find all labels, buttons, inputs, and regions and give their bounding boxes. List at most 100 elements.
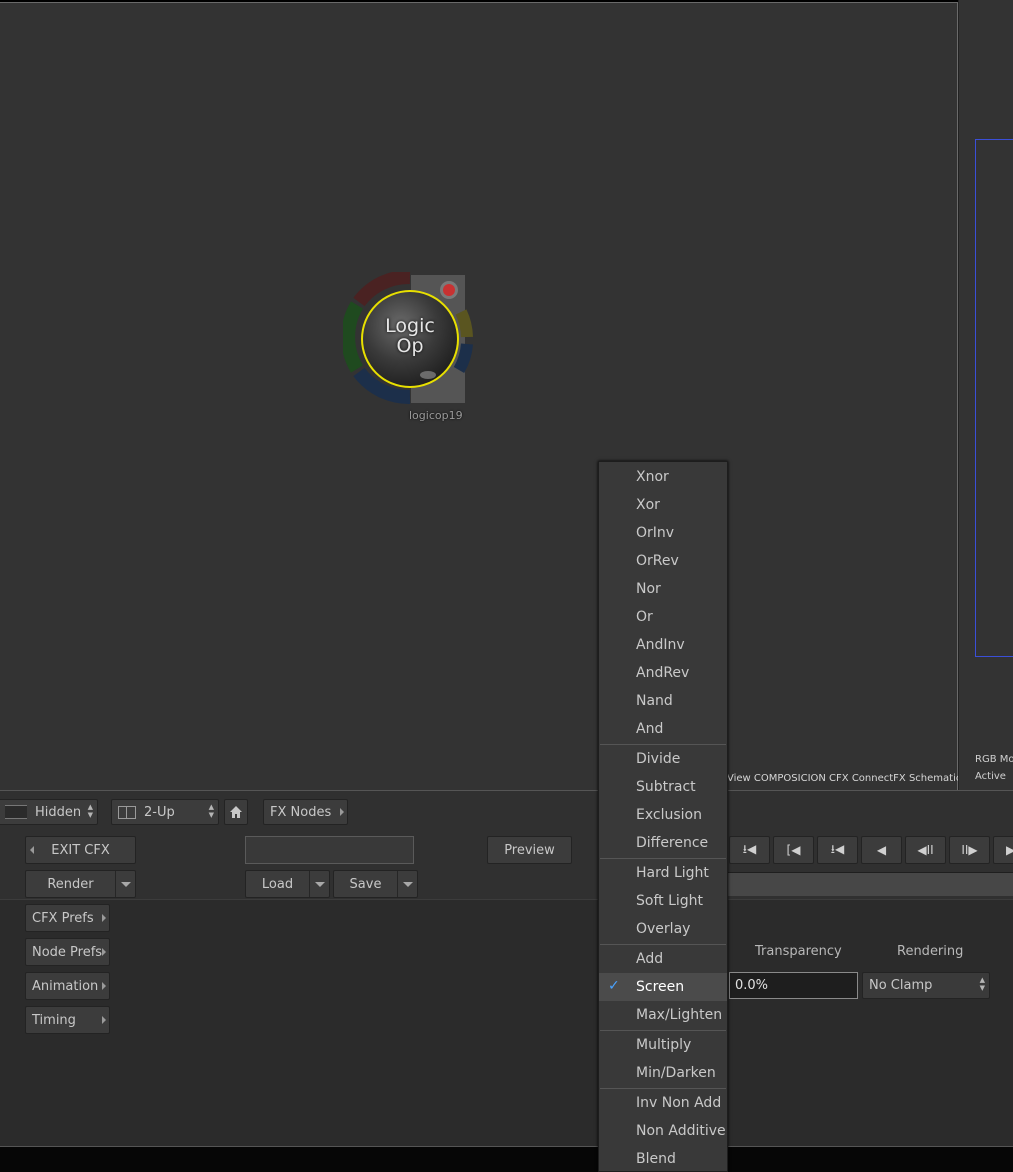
blend-menu-item[interactable]: And	[599, 715, 727, 743]
save-button[interactable]: Save	[333, 870, 418, 898]
play-forward-icon: ▶	[1006, 843, 1013, 857]
blend-menu-item-label: Xor	[636, 497, 660, 513]
blend-menu-item[interactable]: Inv Non Add	[599, 1089, 727, 1117]
animation-button[interactable]: Animation	[25, 972, 110, 1000]
split-view-icon	[118, 805, 136, 819]
setup-name-field[interactable]	[245, 836, 414, 864]
blend-menu-item[interactable]: Xnor	[599, 463, 727, 491]
blend-menu-item[interactable]: Hard Light	[599, 859, 727, 887]
schematic-view[interactable]: View COMPOSICION CFX ConnectFX Schematic	[0, 2, 962, 790]
blend-menu-item[interactable]: Or	[599, 603, 727, 631]
logic-op-node[interactable]: Logic Op	[341, 270, 477, 422]
play-reverse-icon: ◀	[876, 843, 887, 857]
blend-menu-item-label: Nand	[636, 693, 673, 709]
home-button[interactable]	[224, 799, 248, 825]
blend-menu-item[interactable]: Overlay	[599, 915, 727, 943]
blend-menu-item-label: OrRev	[636, 553, 679, 569]
transparency-label: Transparency	[755, 944, 842, 959]
params-area	[0, 899, 1013, 1147]
play-forward-button[interactable]: ▶	[993, 836, 1013, 864]
blend-menu-item-label: Screen	[636, 979, 685, 995]
step-back-icon: ◀II	[917, 843, 934, 857]
blend-menu-item-label: Nor	[636, 581, 661, 597]
blend-menu-item[interactable]: OrInv	[599, 519, 727, 547]
load-label: Load	[261, 876, 294, 892]
node-title: Logic Op	[343, 316, 477, 356]
node-name-label: logicop19	[409, 409, 463, 422]
rgb-mode-label: RGB Mode	[975, 754, 1013, 765]
play-reverse-button[interactable]: ◀	[861, 836, 902, 864]
arrow-right-icon	[102, 982, 106, 990]
save-dropdown-icon[interactable]	[397, 871, 417, 897]
blend-menu-item[interactable]: AndInv	[599, 631, 727, 659]
hidden-icon	[5, 805, 27, 819]
blend-menu-item[interactable]: OrRev	[599, 547, 727, 575]
blend-menu-item[interactable]: Xor	[599, 491, 727, 519]
blend-menu-item[interactable]: Non Additive	[599, 1117, 727, 1145]
layout-value: 2-Up	[144, 804, 175, 820]
node-prefs-button[interactable]: Node Prefs	[25, 938, 110, 966]
animation-label: Animation	[32, 978, 99, 994]
blend-menu-item-label: Difference	[636, 835, 709, 851]
blend-menu-item[interactable]: Difference	[599, 829, 727, 857]
blend-menu-item-label: AndRev	[636, 665, 690, 681]
blend-menu-item-label: Min/Darken	[636, 1065, 716, 1081]
step-back-key-icon: ⭳◀	[830, 841, 845, 856]
spinner-icon: ▲ ▼	[208, 803, 214, 819]
blend-menu-item-label: Divide	[636, 751, 681, 767]
step-forward-button[interactable]: II▶	[949, 836, 990, 864]
blend-menu-item-label: Soft Light	[636, 893, 704, 909]
step-back-key-button[interactable]: ⭳◀	[817, 836, 858, 864]
blend-menu-item[interactable]: Soft Light	[599, 887, 727, 915]
preview-button[interactable]: Preview	[487, 836, 572, 864]
blend-menu-item-label: Max/Lighten	[636, 1007, 723, 1023]
exit-cfx-button[interactable]: EXIT CFX	[25, 836, 136, 864]
transparency-input[interactable]: 0.0%	[729, 972, 858, 999]
view-label: View COMPOSICION CFX ConnectFX Schematic	[727, 773, 962, 784]
timeline-bar[interactable]	[727, 872, 1013, 896]
blend-menu-item[interactable]: Exclusion	[599, 801, 727, 829]
blend-menu-item[interactable]: Subtract	[599, 773, 727, 801]
step-back-button[interactable]: ◀II	[905, 836, 946, 864]
blend-menu-item-label: Add	[636, 951, 664, 967]
timing-button[interactable]: Timing	[25, 1006, 110, 1034]
blend-menu-item-label: Subtract	[636, 779, 696, 795]
rendering-select[interactable]: No Clamp ▲ ▼	[862, 972, 990, 999]
render-dropdown-icon[interactable]	[115, 871, 135, 897]
blend-menu-item[interactable]: Divide	[599, 745, 727, 773]
visibility-select[interactable]: Hidden ▲ ▼	[0, 799, 98, 825]
timing-label: Timing	[32, 1012, 76, 1028]
goto-start-button[interactable]: ⭳◀	[729, 836, 770, 864]
viewer-panel[interactable]: RGB Mode Active	[958, 0, 1013, 790]
cfx-prefs-button[interactable]: CFX Prefs	[25, 904, 110, 932]
blend-menu-item[interactable]: Nor	[599, 575, 727, 603]
blend-menu-item[interactable]: Min/Darken	[599, 1059, 727, 1087]
node-title-line1: Logic	[385, 315, 435, 337]
fx-nodes-label: FX Nodes	[270, 804, 332, 820]
load-button[interactable]: Load	[245, 870, 330, 898]
blend-menu-item-label: Multiply	[636, 1037, 692, 1053]
load-dropdown-icon[interactable]	[309, 871, 329, 897]
blend-menu-item-label: OrInv	[636, 525, 675, 541]
blend-menu-item[interactable]: Max/Lighten	[599, 1001, 727, 1029]
viewer-frame	[975, 139, 1013, 657]
blend-mode-menu[interactable]: Xnor Xor OrInv OrRev Nor Or AndInv AndRev Nand An…	[598, 461, 728, 1172]
blend-menu-item-label: Inv Non Add	[636, 1095, 722, 1111]
blend-menu-item-label: Xnor	[636, 469, 669, 485]
blend-menu-item[interactable]: Add	[599, 945, 727, 973]
preview-label: Preview	[504, 842, 555, 858]
render-button[interactable]: Render	[25, 870, 136, 898]
layout-select[interactable]: 2-Up ▲ ▼	[111, 799, 219, 825]
blend-menu-item[interactable]: Nand	[599, 687, 727, 715]
transparency-value: 0.0%	[735, 978, 769, 993]
arrow-left-icon	[30, 846, 34, 854]
home-icon	[230, 806, 242, 818]
blend-menu-item[interactable]: ✓ Screen	[599, 973, 727, 1001]
blend-menu-item-label: Non Additive	[636, 1123, 726, 1139]
blend-menu-item[interactable]: AndRev	[599, 659, 727, 687]
cfx-prefs-label: CFX Prefs	[32, 910, 94, 926]
blend-menu-item[interactable]: Multiply	[599, 1031, 727, 1059]
fx-nodes-button[interactable]: FX Nodes	[263, 799, 348, 825]
prev-key-button[interactable]: [◀	[773, 836, 814, 864]
blend-menu-item[interactable]: Blend	[599, 1145, 727, 1172]
